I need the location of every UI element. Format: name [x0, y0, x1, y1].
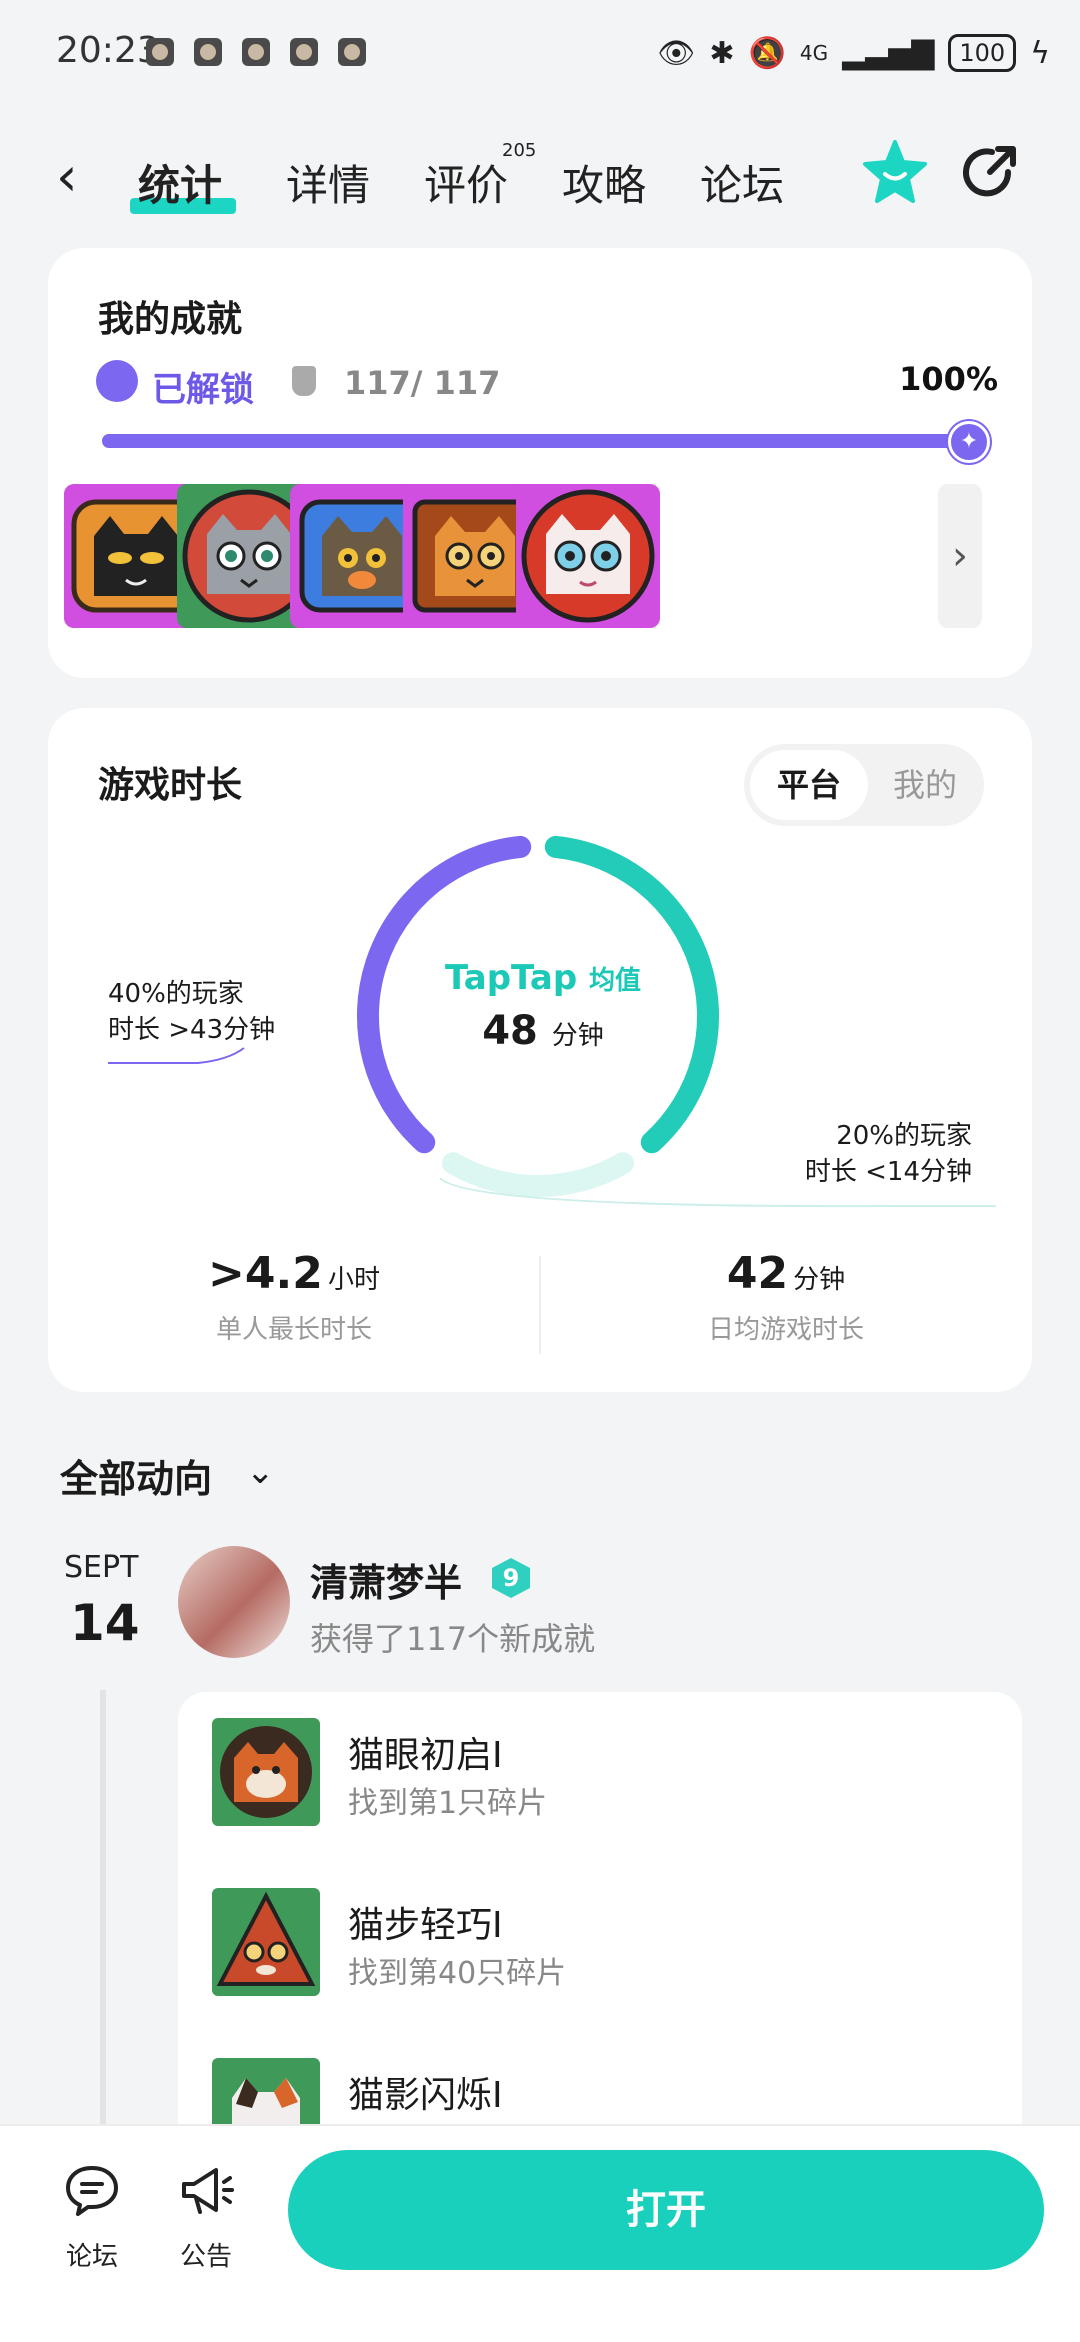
- timeline-line: [100, 1690, 106, 2130]
- achievement-progress-bar: ✦: [102, 421, 990, 463]
- user-level-badge: 9: [492, 1558, 530, 1598]
- achievement-progress-fill: ✦: [102, 421, 990, 463]
- stat-label: 单人最长时长: [215, 1315, 372, 1345]
- chevron-down-icon[interactable]: ⌄: [246, 1452, 275, 1492]
- notification-app-icon: [146, 38, 174, 66]
- network-label: 4G: [799, 41, 829, 65]
- ring-segment-light: [442, 1152, 634, 1197]
- status-bar: 20:23 👁 ✱ 🔕 4G ▂▃▅▇ 100 ϟ: [0, 0, 1080, 110]
- tab-reviews[interactable]: 评价: [424, 152, 508, 213]
- stat-longest-session: >4.2 小时 单人最长时长: [48, 1248, 540, 1346]
- average-value: 48: [482, 1008, 538, 1054]
- status-indicators: 👁 ✱ 🔕 4G ▂▃▅▇ 100 ϟ: [657, 28, 1050, 78]
- playtime-title: 游戏时长: [98, 765, 243, 806]
- feed-filter-label[interactable]: 全部动向: [60, 1448, 212, 1503]
- activity-text: 获得了117个新成就: [310, 1620, 596, 1658]
- forum-label[interactable]: 论坛: [42, 2236, 142, 2273]
- sparkle-icon: ✦: [948, 421, 990, 463]
- signal-icon: ▂▃▅▇: [842, 35, 935, 71]
- average-unit: 分钟: [551, 1021, 604, 1051]
- notification-app-icon: [242, 38, 270, 66]
- playtime-card: 游戏时长 平台 我的 TapTap 均值 48 分钟 40%的玩家 时长 >43…: [48, 708, 1032, 1392]
- achievement-name: 猫步轻巧I: [348, 1905, 503, 1946]
- notification-app-icon: [338, 38, 366, 66]
- achievements-title: 我的成就: [98, 299, 243, 340]
- achievement-badge-white-cat[interactable]: [516, 484, 660, 628]
- stat-unit: 分钟: [793, 1265, 846, 1295]
- notification-app-icon: [194, 38, 222, 66]
- avatar[interactable]: [178, 1546, 290, 1658]
- achievement-name: 猫眼初启I: [348, 1735, 503, 1776]
- taptap-average-label: TapTap 均值: [438, 958, 648, 998]
- forum-chat-icon[interactable]: [62, 2160, 122, 2220]
- announcement-label[interactable]: 公告: [156, 2236, 256, 2273]
- announcement-megaphone-icon[interactable]: [176, 2160, 236, 2220]
- list-item[interactable]: 猫眼初启I 找到第1只碎片: [212, 1718, 992, 1828]
- user-name[interactable]: 清萧梦半: [310, 1552, 462, 1607]
- stat-daily-average: 42 分钟 日均游戏时长: [540, 1248, 1032, 1346]
- stat-value: 42: [726, 1248, 789, 1299]
- achievement-count: 117/ 117: [344, 364, 501, 402]
- red-panda-badge-icon: [212, 1718, 320, 1826]
- achievements-card[interactable]: 我的成就 已解锁 117/ 117 100% ✦ ›: [48, 248, 1032, 678]
- top-nav: ‹ 统计 详情 评价 205 攻略 论坛: [0, 130, 1080, 230]
- achievement-desc: 找到第40只碎片: [348, 1956, 567, 1991]
- charging-icon: ϟ: [1030, 35, 1050, 71]
- unlocked-label: 已解锁: [152, 370, 254, 410]
- average-label: 均值: [589, 966, 642, 996]
- trophy-icon: [292, 366, 316, 396]
- achievement-list: 猫眼初启I 找到第1只碎片 猫步轻巧I 找到第40只碎片 猫影闪烁I: [178, 1692, 1022, 2166]
- mute-bell-icon: 🔕: [748, 35, 786, 71]
- segment-platform[interactable]: 平台: [750, 750, 868, 820]
- feed-date-day: 14: [70, 1594, 140, 1652]
- tab-guides[interactable]: 攻略: [562, 152, 646, 213]
- achievement-desc: 找到第1只碎片: [348, 1786, 548, 1821]
- achievement-percent: 100%: [899, 360, 998, 398]
- taptap-logo: TapTap: [444, 958, 578, 998]
- feed-date-month: SEPT: [64, 1550, 139, 1585]
- segment-mine[interactable]: 我的: [872, 750, 978, 820]
- bluetooth-icon: ✱: [709, 35, 735, 71]
- left-callout: 40%的玩家 时长 >43分钟: [108, 976, 275, 1048]
- callout-line-left: [108, 1047, 245, 1064]
- list-item[interactable]: 猫步轻巧I 找到第40只碎片: [212, 1888, 992, 1998]
- share-icon[interactable]: [958, 142, 1020, 204]
- eye-icon: 👁: [657, 35, 696, 71]
- right-callout-line1: 20%的玩家: [836, 1121, 972, 1151]
- triangle-cat-badge-icon: [212, 1888, 320, 1996]
- white-cat-badge-icon: [521, 489, 655, 623]
- unlock-badge-icon: [96, 360, 138, 402]
- more-badges-chevron-icon[interactable]: ›: [938, 484, 982, 628]
- stat-label: 日均游戏时长: [707, 1315, 864, 1345]
- review-count-badge: 205: [502, 140, 537, 161]
- tab-stats[interactable]: 统计: [138, 152, 222, 213]
- achievement-name: 猫影闪烁I: [348, 2075, 503, 2116]
- left-callout-line1: 40%的玩家: [108, 979, 244, 1009]
- right-callout-line2: 时长 <14分钟: [804, 1157, 972, 1187]
- tab-forum[interactable]: 论坛: [700, 152, 784, 213]
- status-time: 20:23: [56, 30, 160, 71]
- tab-details[interactable]: 详情: [286, 152, 370, 213]
- notification-app-icon: [290, 38, 318, 66]
- favorite-star-icon[interactable]: [862, 140, 928, 206]
- battery-indicator: 100: [948, 34, 1017, 72]
- bottom-action-bar: 论坛 公告 打开: [0, 2124, 1080, 2342]
- left-callout-line2: 时长 >43分钟: [108, 1015, 276, 1045]
- average-playtime: 48 分钟: [438, 1008, 648, 1054]
- back-arrow-icon[interactable]: ‹: [56, 150, 78, 204]
- playtime-segment-control: 平台 我的: [744, 744, 984, 826]
- open-game-button[interactable]: 打开: [288, 2150, 1044, 2270]
- stat-value: >4.2: [208, 1248, 323, 1299]
- right-callout: 20%的玩家 时长 <14分钟: [805, 1118, 972, 1190]
- stat-unit: 小时: [327, 1265, 380, 1295]
